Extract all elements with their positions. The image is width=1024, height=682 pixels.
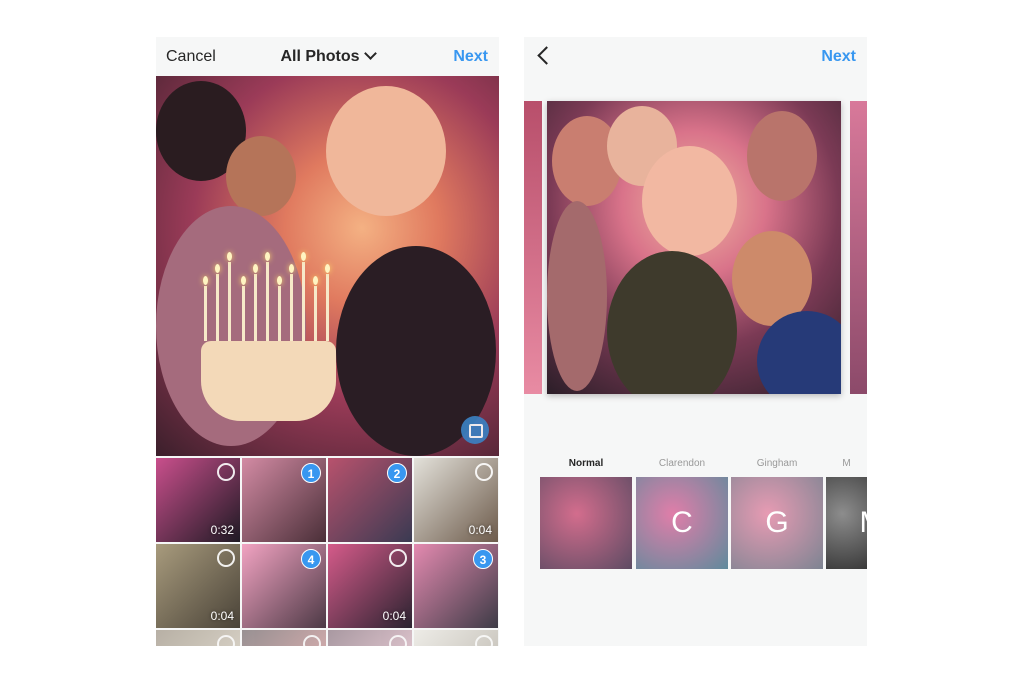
photo-tile[interactable]: 2 (328, 458, 412, 542)
filter-editor-screen: Next Normal Clarendon C Gingham G MM (524, 37, 867, 646)
filter-label: Clarendon (658, 458, 706, 469)
selection-circle-icon[interactable] (389, 549, 407, 567)
selection-circle-icon[interactable] (303, 635, 321, 646)
filter-initial: G (765, 506, 789, 539)
photo-tile[interactable]: 3 (414, 544, 498, 628)
candle (204, 286, 207, 341)
filter-label: Normal (568, 458, 604, 469)
video-duration: 0:04 (468, 523, 492, 537)
previous-photo-peek[interactable] (524, 101, 542, 394)
editor-header: Next (524, 37, 867, 75)
candle (326, 274, 329, 341)
candle-flame (325, 264, 330, 273)
selection-circle-icon[interactable] (217, 635, 235, 646)
filter-thumbnail[interactable]: C (636, 477, 728, 569)
candle-flame (265, 252, 270, 261)
photo-picker-screen: Cancel All Photos Next 0:32 1 2 0:04 0:04 4 0:… (156, 37, 499, 646)
next-photo-peek[interactable] (850, 101, 867, 394)
selection-number-badge: 2 (387, 463, 407, 483)
candle (242, 286, 245, 341)
candle-flame (313, 276, 318, 285)
selection-number-badge: 4 (301, 549, 321, 569)
next-button[interactable]: Next (453, 48, 488, 66)
photo-preview[interactable] (156, 76, 499, 456)
photo-tile[interactable] (156, 630, 240, 646)
back-arrow-icon[interactable] (537, 46, 556, 65)
filter-thumbnail[interactable] (540, 477, 632, 569)
selection-circle-icon[interactable] (389, 635, 407, 646)
filter-thumbnail[interactable]: M (826, 477, 867, 569)
birthday-cake (201, 341, 336, 421)
candle (278, 286, 281, 341)
candle-flame (253, 264, 258, 273)
multi-select-icon[interactable] (461, 416, 489, 444)
filter-label: Gingham (756, 458, 798, 469)
candle-flame (203, 276, 208, 285)
photo-tile[interactable] (414, 630, 498, 646)
album-title: All Photos (280, 48, 360, 65)
photo-tile[interactable]: 0:04 (414, 458, 498, 542)
filter-initial: M (826, 477, 868, 569)
candle-flame (215, 264, 220, 273)
person-silhouette (326, 86, 446, 216)
selection-number-badge: 1 (301, 463, 321, 483)
candle (314, 286, 317, 341)
filter-initial: C (671, 506, 693, 539)
selection-circle-icon[interactable] (217, 549, 235, 567)
selection-circle-icon[interactable] (475, 463, 493, 481)
person-silhouette (226, 136, 296, 216)
video-duration: 0:04 (210, 609, 234, 623)
photo-tile[interactable]: 4 (242, 544, 326, 628)
chevron-down-icon (363, 47, 377, 60)
photo-tile[interactable]: 0:32 (156, 458, 240, 542)
candle-flame (227, 252, 232, 261)
photo-tile[interactable]: 0:04 (156, 544, 240, 628)
selection-number-badge: 3 (473, 549, 493, 569)
selection-circle-icon[interactable] (217, 463, 235, 481)
candle (216, 274, 219, 341)
video-duration: 0:32 (210, 523, 234, 537)
candle (254, 274, 257, 341)
candle (228, 262, 231, 341)
person-face (547, 201, 607, 391)
person-jacket (607, 251, 737, 394)
candle-flame (241, 276, 246, 285)
video-duration: 0:04 (382, 609, 406, 623)
selection-circle-icon[interactable] (475, 635, 493, 646)
candle (290, 274, 293, 341)
candle-flame (277, 276, 282, 285)
filter-label: M (842, 458, 851, 469)
photo-tile[interactable] (242, 630, 326, 646)
album-selector[interactable]: All Photos (156, 47, 499, 66)
photo-carousel[interactable] (524, 101, 867, 394)
photo-tile[interactable]: 1 (242, 458, 326, 542)
picker-header: Cancel All Photos Next (156, 37, 499, 75)
next-button[interactable]: Next (821, 48, 856, 66)
photo-tile[interactable] (328, 630, 412, 646)
photo-tile[interactable]: 0:04 (328, 544, 412, 628)
candle-flame (289, 264, 294, 273)
person-face (642, 146, 737, 256)
candle (302, 262, 305, 341)
person-face (747, 111, 817, 201)
filter-thumbnail[interactable]: G (731, 477, 823, 569)
candle-flame (301, 252, 306, 261)
candle (266, 262, 269, 341)
current-photo[interactable] (547, 101, 841, 394)
